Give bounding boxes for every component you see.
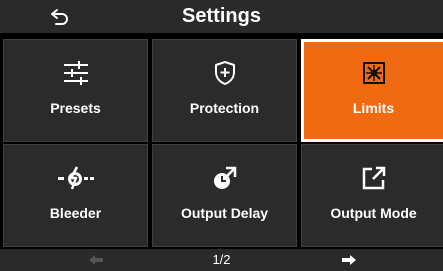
tile-label: Bleeder — [49, 205, 102, 221]
tile-label: Limits — [352, 100, 395, 116]
tile-output-mode[interactable]: Output Mode — [301, 144, 443, 247]
next-page-button[interactable] — [331, 249, 367, 271]
page-indicator: 1/2 — [212, 252, 231, 267]
tile-bleeder[interactable]: Bleeder — [3, 144, 148, 247]
settings-screen: Settings Presets Protection Limits Bleed… — [0, 0, 443, 271]
tile-protection[interactable]: Protection — [152, 39, 297, 142]
output-delay-icon — [153, 163, 296, 193]
limits-icon — [304, 58, 443, 88]
back-button[interactable] — [40, 0, 80, 33]
sliders-icon — [4, 58, 147, 88]
tile-limits[interactable]: Limits — [301, 39, 443, 142]
back-arrow-icon — [51, 8, 68, 25]
output-mode-icon — [302, 163, 443, 193]
arrow-left-icon — [89, 255, 103, 265]
bleeder-icon — [4, 163, 147, 193]
tile-label: Protection — [189, 100, 260, 116]
footer-bar: 1/2 — [0, 249, 443, 271]
tile-presets[interactable]: Presets — [3, 39, 148, 142]
tile-output-delay[interactable]: Output Delay — [152, 144, 297, 247]
tile-label: Presets — [50, 100, 101, 116]
tile-label: Output Delay — [180, 205, 269, 221]
prev-page-button[interactable] — [78, 249, 114, 271]
shield-plus-icon — [153, 58, 296, 88]
tile-label: Output Mode — [330, 205, 417, 221]
arrow-right-icon — [342, 255, 356, 265]
header-bar: Settings — [0, 0, 443, 33]
